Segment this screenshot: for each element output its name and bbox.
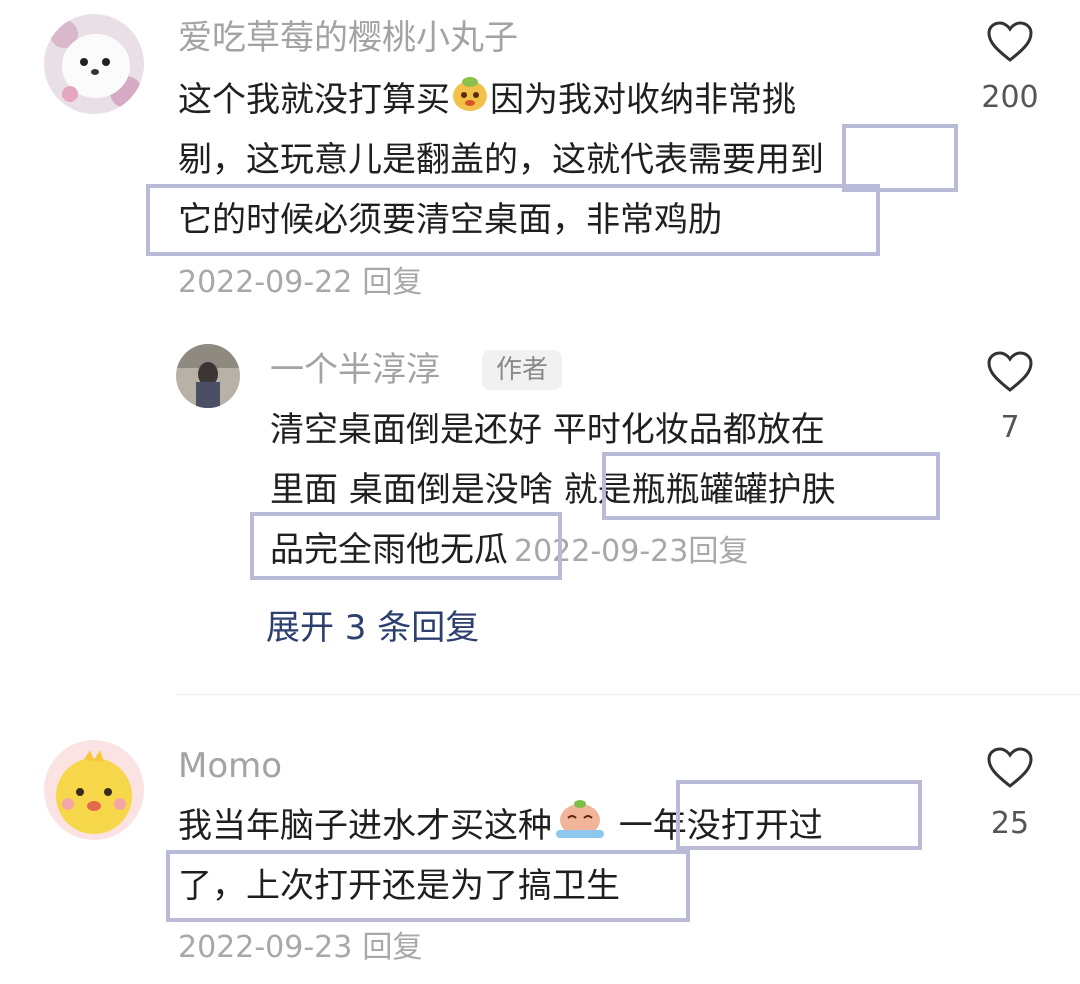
comment-text: 我当年脑子进水才买这种 xyxy=(178,806,552,846)
highlight-box xyxy=(166,850,690,922)
divider xyxy=(176,694,1080,695)
peach-emoji-icon xyxy=(450,72,490,132)
like-count: 200 xyxy=(981,80,1039,115)
highlight-box xyxy=(842,124,958,192)
highlight-box xyxy=(676,780,922,850)
comment-text: 因为我对收纳非常挑 xyxy=(490,80,796,120)
like-button[interactable] xyxy=(984,18,1036,66)
reply-text-line: 清空桌面倒是还好 平时化妆品都放在 xyxy=(270,410,825,450)
like-button[interactable] xyxy=(984,348,1036,396)
girl-photo-avatar xyxy=(176,344,240,408)
reply-button[interactable]: 回复 xyxy=(688,534,748,569)
comment-text-line: 剔，这玩意儿是翻盖的，这就代表需要用到 xyxy=(178,140,824,180)
comment-meta: 2022-09-22 回复 xyxy=(178,263,422,303)
comment-date: 2022-09-23 xyxy=(178,930,353,965)
author-tag: 作者 xyxy=(482,350,563,390)
comment-text: 这个我就没打算买 xyxy=(178,80,450,120)
yellow-cartoon-avatar xyxy=(44,740,144,840)
heart-icon xyxy=(987,351,1033,392)
comment-text-line: 这个我就没打算买 因为我对收纳非常挑 xyxy=(178,70,796,132)
heart-icon xyxy=(987,747,1033,788)
comment-username[interactable]: 爱吃草莓的樱桃小丸子 xyxy=(178,16,518,60)
comment-username[interactable]: Momo xyxy=(178,744,282,788)
highlight-box xyxy=(146,184,880,256)
expand-replies-link[interactable]: 展开 3 条回复 xyxy=(266,606,479,650)
reply-username[interactable]: 一个半淳淳 xyxy=(270,348,440,392)
highlight-box xyxy=(602,452,940,520)
avatar[interactable] xyxy=(44,740,144,840)
reply-button[interactable]: 回复 xyxy=(362,930,422,965)
like-button[interactable] xyxy=(984,744,1036,792)
avatar[interactable] xyxy=(176,344,240,408)
comment-date: 2022-09-22 xyxy=(178,265,353,300)
highlight-box xyxy=(250,512,562,580)
white-fluffy-dog-avatar xyxy=(44,14,144,114)
comment-meta: 2022-09-23 回复 xyxy=(178,928,422,968)
heart-icon xyxy=(987,21,1033,62)
avatar[interactable] xyxy=(44,14,144,114)
like-count: 25 xyxy=(990,806,1030,841)
like-count: 7 xyxy=(1000,410,1020,445)
reply-button[interactable]: 回复 xyxy=(362,265,422,300)
